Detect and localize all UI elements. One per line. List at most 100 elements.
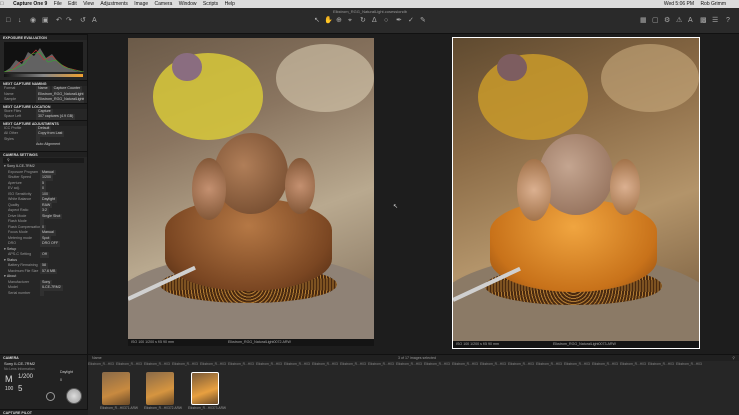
proof-icon[interactable]: ⚙ (664, 17, 670, 25)
filmstrip-filename[interactable]: Elkstrom_R...H0332.ARW (228, 361, 254, 368)
camera-shutter[interactable]: 1/200 (18, 374, 33, 380)
folder-icon[interactable]: ▣ (42, 17, 49, 25)
all-other-select[interactable]: Copy from Last (36, 131, 65, 137)
menu-help[interactable]: Help (225, 0, 235, 8)
cursor-tool-icon[interactable]: ↖ (314, 17, 320, 25)
filmstrip-filename[interactable]: Elkstrom_R...H0345.ARW (592, 361, 618, 368)
naming-sample-row: Sample Elkstrom_RGG_NaturalLight0073.ARW (0, 97, 87, 103)
redo-icon[interactable]: ↷ (66, 17, 72, 25)
menu-bar:  Capture One 9 File Edit View Adjustmen… (0, 0, 739, 8)
filmstrip-filename[interactable]: Elkstrom_R...H0335.ARW (312, 361, 338, 368)
thumbnail-0373-selected[interactable] (191, 372, 219, 405)
crop-tool-icon[interactable]: ⌖ (348, 17, 352, 25)
filmstrip-filename[interactable]: Elkstrom_R...H0329.ARW (144, 361, 170, 368)
thumbnail-label: Elkstrom_R...H0373.ARW (188, 406, 227, 410)
filmstrip-filename[interactable]: Elkstrom_R...H0348.ARW (676, 361, 702, 368)
grid-icon[interactable]: ▩ (700, 17, 707, 25)
undo-icon[interactable]: ↶ (56, 17, 62, 25)
mouse-pointer-icon: ↖ (393, 204, 399, 210)
keystone-tool-icon[interactable]: Δ (372, 17, 377, 25)
histogram (3, 42, 85, 73)
apple-icon[interactable]:  (0, 0, 4, 8)
exposure-warning-icon[interactable]: ⚠ (676, 17, 682, 25)
menu-file[interactable]: File (54, 0, 62, 8)
spot-tool-icon[interactable]: ○ (384, 17, 388, 25)
auto-adjust-icon[interactable]: A (92, 17, 97, 25)
right-image-selected[interactable]: ISO 100 1/200 s f/5 90 mm Elkstrom_RGG_N… (452, 37, 700, 349)
about-list: Manufacturer Sony Model ILCE-7RM2 Serial num… (0, 279, 87, 296)
naming-sample-label: Sample (4, 97, 17, 101)
brush-tool-icon[interactable]: ✒ (396, 17, 402, 25)
filmstrip-filename[interactable]: Elkstrom_R...H0336.ARW (340, 361, 366, 368)
capture-icon[interactable]: ◉ (30, 17, 36, 25)
zoom-tool-icon[interactable]: ⊕ (336, 17, 342, 25)
camera-settings-list: Exposure Program Manual Shutter Speed 1/200… (0, 169, 87, 247)
import-icon[interactable]: ↓ (18, 17, 22, 25)
help-icon[interactable]: ? (726, 17, 730, 25)
camera-iso[interactable]: 100 (5, 386, 13, 392)
single-view-icon[interactable]: ▢ (652, 17, 659, 25)
search-icon: ⚲ (7, 157, 10, 162)
filmstrip-filename[interactable]: Elkstrom_R...H0337.ARW (368, 361, 394, 368)
camera-aperture[interactable]: 5 (18, 384, 22, 393)
naming-sample-value: Elkstrom_RGG_NaturalLight0073.ARW (36, 97, 84, 103)
filmstrip-filename[interactable]: Elkstrom_R...H0328.ARW (116, 361, 142, 368)
filmstrip-filename[interactable]: Elkstrom_R...H0339.ARW (424, 361, 450, 368)
filmstrip-name-row: Elkstrom_R...H0327.ARWElkstrom_R...H0328… (88, 361, 739, 368)
auto-alignment-checkbox[interactable]: Auto Alignment (36, 142, 60, 148)
camera-ev[interactable]: 0 (60, 378, 62, 382)
camera-panel: CAMERA Sony ILCE-7RM2 No Lens Informatio… (0, 354, 88, 415)
camera-mode: M (5, 374, 13, 384)
menu-view[interactable]: View (83, 0, 94, 8)
menu-image[interactable]: Image (134, 0, 148, 8)
rotate-tool-icon[interactable]: ↻ (360, 17, 366, 25)
picker-tool-icon[interactable]: ✓ (408, 17, 414, 25)
filmstrip-filename[interactable]: Elkstrom_R...H0343.ARW (536, 361, 562, 368)
app-menu[interactable]: Capture One 9 (13, 0, 47, 8)
filmstrip-filename[interactable]: Elkstrom_R...H0344.ARW (564, 361, 590, 368)
live-view-button[interactable] (46, 392, 55, 401)
filmstrip-filename[interactable]: Elkstrom_R...H0334.ARW (284, 361, 310, 368)
right-image-exif: ISO 100 1/200 s f/5 90 mm (456, 342, 499, 346)
menu-edit[interactable]: Edit (68, 0, 77, 8)
about-setting-value[interactable] (40, 290, 44, 296)
filmstrip-filename[interactable]: Elkstrom_R...H0342.ARW (508, 361, 534, 368)
status-setting-value[interactable]: 57.6 MB (40, 268, 58, 274)
filmstrip-filename[interactable]: Elkstrom_R...H0333.ARW (256, 361, 282, 368)
text-icon[interactable]: A (688, 17, 693, 25)
filmstrip-browser: Name 3 of 17 images selected ⚲ Elkstrom_… (88, 354, 739, 415)
annotate-tool-icon[interactable]: ✎ (420, 17, 426, 25)
filmstrip-filename[interactable]: Elkstrom_R...H0347.ARW (648, 361, 674, 368)
capture-pilot-section[interactable]: CAPTURE PILOT (0, 409, 88, 415)
left-image[interactable]: ISO 100 1/200 s f/5 90 mm Elkstrom_RGG_N… (128, 38, 374, 346)
camera-settings-search[interactable]: ⚲ (3, 157, 84, 163)
filmstrip-filename[interactable]: Elkstrom_R...H0346.ARW (620, 361, 646, 368)
guides-icon[interactable]: ☰ (712, 17, 718, 25)
reset-icon[interactable]: ↺ (80, 17, 86, 25)
user-name[interactable]: Rob Grimm (700, 0, 726, 8)
camera-wb[interactable]: Daylight (60, 370, 73, 374)
grid-view-icon[interactable]: ▦ (640, 17, 647, 25)
hand-tool-icon[interactable]: ✋ (324, 17, 333, 25)
capture-button[interactable] (66, 388, 82, 404)
filmstrip-filename[interactable]: Elkstrom_R...H0327.ARW (88, 361, 114, 368)
section-camera-settings[interactable]: CAMERA SETTINGS (0, 150, 87, 157)
thumbnail-0372[interactable] (146, 372, 174, 405)
space-left-label: Space Left (4, 114, 22, 118)
filmstrip-filename[interactable]: Elkstrom_R...H0341.ARW (480, 361, 506, 368)
camera-setting-value[interactable]: DRO OFF (40, 241, 61, 247)
filmstrip-filename[interactable]: Elkstrom_R...H0331.ARW (200, 361, 226, 368)
search-icon[interactable]: ⚲ (732, 355, 735, 361)
section-exposure-evaluation[interactable]: EXPOSURE EVALUATION (0, 34, 87, 40)
menu-scripts[interactable]: Scripts (203, 0, 218, 8)
filmstrip-filename[interactable]: Elkstrom_R...H0340.ARW (452, 361, 478, 368)
setup-setting-value[interactable]: Off (40, 252, 49, 258)
filmstrip-filename[interactable]: Elkstrom_R...H0330.ARW (172, 361, 198, 368)
filmstrip-filename[interactable]: Elkstrom_R...H0338.ARW (396, 361, 422, 368)
library-icon[interactable]: □ (6, 17, 10, 25)
menu-window[interactable]: Window (179, 0, 197, 8)
image-viewer[interactable]: ISO 100 1/200 s f/5 90 mm Elkstrom_RGG_N… (88, 34, 739, 354)
thumbnail-0371[interactable] (102, 372, 130, 405)
menu-adjustments[interactable]: Adjustments (100, 0, 128, 8)
menu-camera[interactable]: Camera (155, 0, 173, 8)
